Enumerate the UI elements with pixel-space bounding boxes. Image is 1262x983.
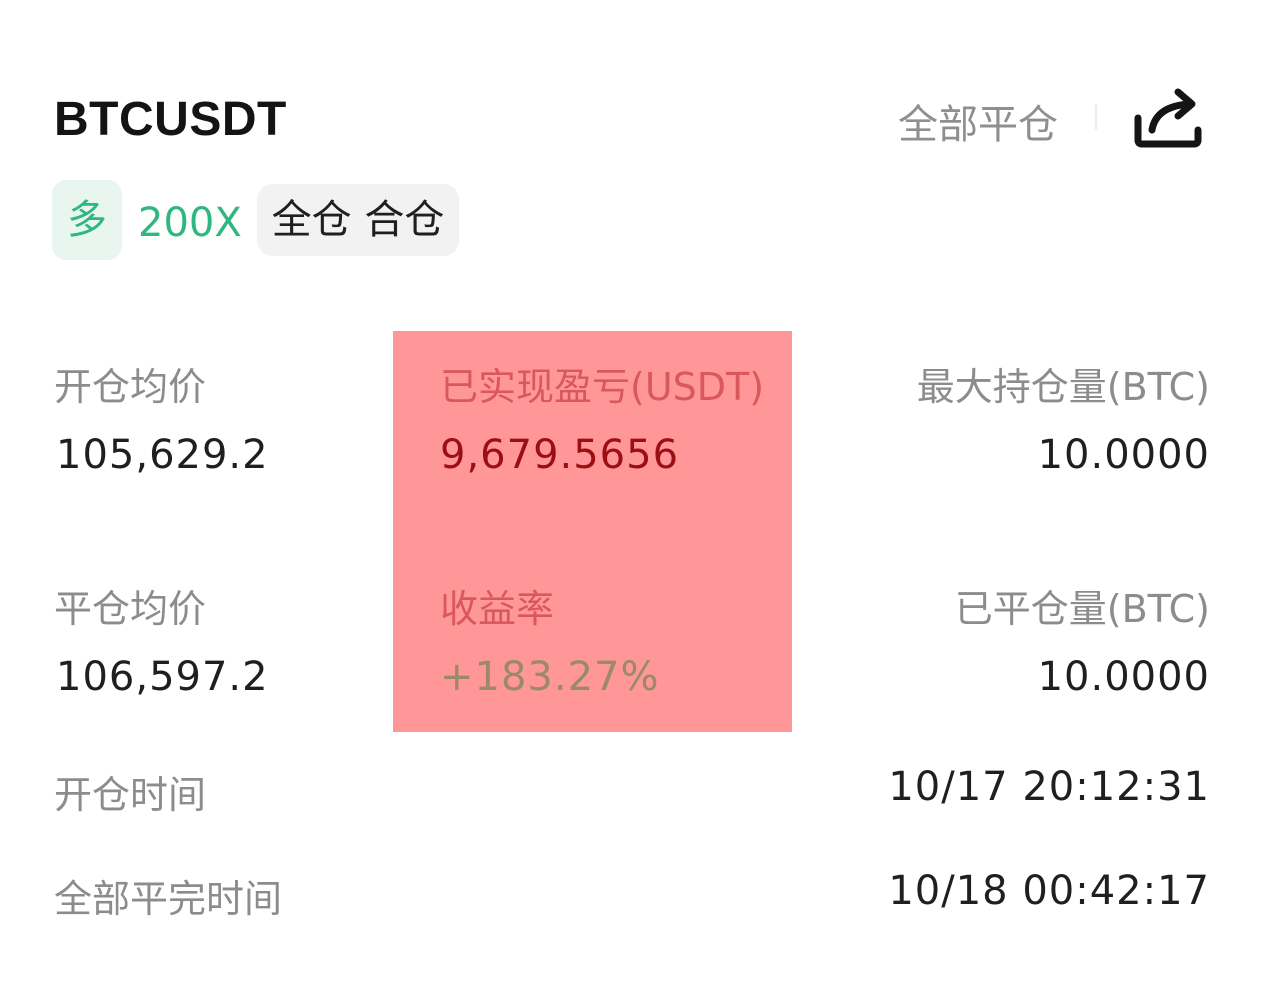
side-long-badge: 多 — [52, 180, 122, 260]
roi-label: 收益率 — [440, 587, 555, 631]
realized-pnl-label: 已实现盈亏(USDT) — [440, 365, 765, 409]
open-time-label: 开仓时间 — [54, 773, 207, 817]
open-time-value: 10/17 20:12:31 — [888, 764, 1210, 810]
share-icon — [1134, 88, 1202, 148]
share-button[interactable] — [1130, 84, 1206, 150]
open-avg-price-label: 开仓均价 — [54, 365, 207, 409]
header-divider — [1095, 104, 1097, 130]
close-time-label: 全部平完时间 — [54, 877, 283, 921]
margin-mode-badge: 全仓 合仓 — [257, 184, 459, 256]
close-avg-price-value: 106,597.2 — [56, 654, 269, 700]
open-avg-price-value: 105,629.2 — [56, 432, 269, 478]
realized-pnl-value: 9,679.5656 — [440, 432, 680, 478]
closed-qty-value: 10.0000 — [1037, 654, 1210, 700]
max-position-value: 10.0000 — [1037, 432, 1210, 478]
close-avg-price-label: 平仓均价 — [54, 587, 207, 631]
position-history-card: BTCUSDT 全部平仓 多 200X 全仓 合仓 开仓均价 105,629.2… — [0, 0, 1262, 983]
leverage-badge: 200X — [138, 200, 242, 246]
roi-value: +183.27% — [440, 654, 660, 700]
symbol-title: BTCUSDT — [54, 93, 287, 146]
close-time-value: 10/18 00:42:17 — [888, 868, 1210, 914]
closed-qty-label: 已平仓量(BTC) — [954, 587, 1210, 631]
max-position-label: 最大持仓量(BTC) — [916, 365, 1210, 409]
close-all-button[interactable]: 全部平仓 — [898, 92, 1058, 150]
